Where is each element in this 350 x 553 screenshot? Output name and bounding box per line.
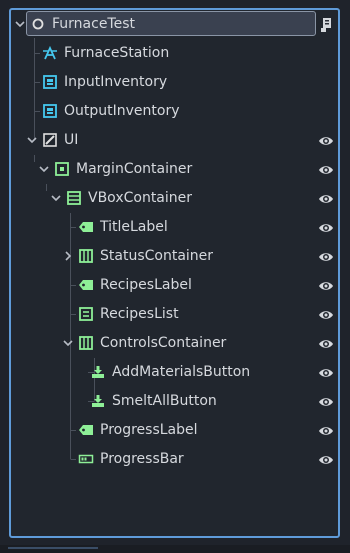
tree-item-output-inventory[interactable]: OutputInventory	[0, 98, 350, 127]
eye-icon[interactable]	[318, 307, 334, 323]
eye-icon[interactable]	[318, 249, 334, 265]
tree-item-furnace-test[interactable]: FurnaceTest	[0, 11, 350, 40]
margin-container-icon	[55, 162, 69, 176]
label-icon	[79, 222, 93, 232]
canvas-layer-icon	[43, 133, 57, 147]
inventory-icon	[43, 75, 57, 89]
eye-icon[interactable]	[318, 191, 334, 207]
node-circle-icon	[32, 18, 44, 30]
chevron-down-icon[interactable]	[26, 134, 38, 146]
tree-item-label: ProgressLabel	[100, 422, 198, 438]
progress-bar-icon	[78, 454, 94, 464]
chevron-down-icon[interactable]	[62, 337, 74, 349]
tree-item-label: RecipesLabel	[100, 277, 192, 293]
tree-item-title-label[interactable]: TitleLabel	[0, 214, 350, 243]
tree-item-add-materials-button[interactable]: AddMaterialsButton	[0, 359, 350, 388]
label-icon	[79, 280, 93, 290]
tree-item-label: SmeltAllButton	[112, 393, 217, 409]
node3d-icon	[43, 45, 57, 60]
chevron-down-icon[interactable]	[50, 192, 62, 204]
tree-item-label: RecipesList	[100, 306, 179, 322]
tree-item-smelt-all-button[interactable]: SmeltAllButton	[0, 388, 350, 417]
tree-item-status-container[interactable]: StatusContainer	[0, 243, 350, 272]
tree-item-vbox-container[interactable]: VBoxContainer	[0, 185, 350, 214]
chevron-down-icon[interactable]	[14, 18, 26, 30]
item-list-icon	[79, 307, 93, 321]
tree-item-label: MarginContainer	[76, 161, 193, 177]
tree-item-label: VBoxContainer	[88, 190, 193, 206]
vbox-container-icon	[67, 191, 81, 205]
tree-item-progress-label[interactable]: ProgressLabel	[0, 417, 350, 446]
eye-icon[interactable]	[318, 336, 334, 352]
chevron-right-icon[interactable]	[62, 250, 74, 262]
tree-item-ui[interactable]: UI	[0, 127, 350, 156]
tree-item-label: InputInventory	[64, 74, 168, 90]
eye-icon[interactable]	[318, 365, 334, 381]
eye-icon[interactable]	[318, 162, 334, 178]
eye-icon[interactable]	[318, 394, 334, 410]
tree-item-label: StatusContainer	[100, 248, 214, 264]
chevron-down-icon[interactable]	[38, 163, 50, 175]
tree-item-label: OutputInventory	[64, 103, 180, 119]
tree-item-input-inventory[interactable]: InputInventory	[0, 69, 350, 98]
tree-item-margin-container[interactable]: MarginContainer	[0, 156, 350, 185]
button-icon	[92, 395, 104, 407]
tree-item-recipes-label[interactable]: RecipesLabel	[0, 272, 350, 301]
tree-item-label: AddMaterialsButton	[112, 364, 251, 380]
label-icon	[79, 425, 93, 435]
tree-item-progress-bar[interactable]: ProgressBar	[0, 446, 350, 475]
hbox-container-icon	[79, 336, 93, 350]
tree-item-label: TitleLabel	[100, 219, 168, 235]
inventory-icon	[43, 104, 57, 118]
tree-item-furnace-station[interactable]: FurnaceStation	[0, 40, 350, 69]
script-icon[interactable]	[320, 17, 334, 33]
eye-icon[interactable]	[318, 278, 334, 294]
button-icon	[92, 366, 104, 378]
tree-item-controls-container[interactable]: ControlsContainer	[0, 330, 350, 359]
horizontal-scrollbar[interactable]	[8, 547, 98, 549]
eye-icon[interactable]	[318, 452, 334, 468]
tree-item-label: FurnaceTest	[52, 16, 136, 32]
eye-icon[interactable]	[318, 220, 334, 236]
tree-item-label: UI	[64, 132, 79, 148]
tree-item-label: ControlsContainer	[100, 335, 227, 351]
hbox-container-icon	[79, 249, 93, 263]
tree-item-label: FurnaceStation	[64, 45, 170, 61]
tree-item-recipes-list[interactable]: RecipesList	[0, 301, 350, 330]
eye-icon[interactable]	[318, 423, 334, 439]
tree-item-label: ProgressBar	[100, 451, 184, 467]
eye-icon[interactable]	[318, 133, 334, 149]
